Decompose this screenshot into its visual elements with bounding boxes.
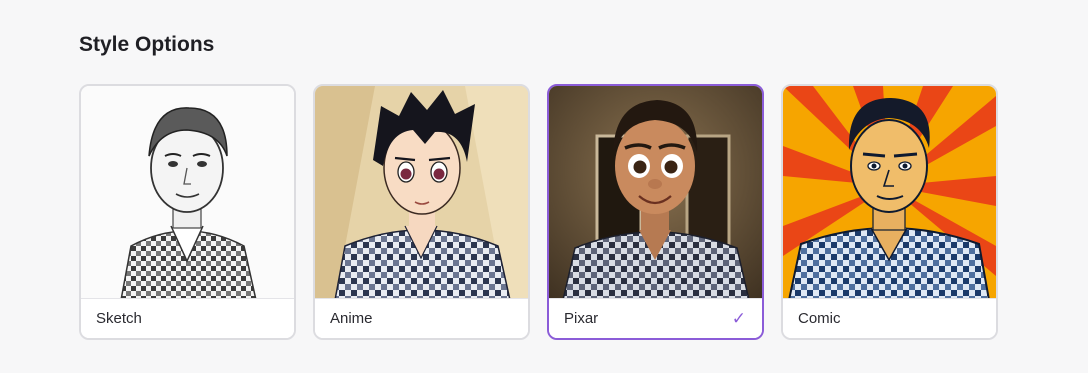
check-icon: ✓	[731, 308, 746, 329]
style-card-comic[interactable]: Comic	[781, 84, 998, 340]
anime-preview-image	[315, 86, 528, 300]
style-cards: Sketch Anime Pixar ✓ Comic	[79, 84, 998, 340]
section-title: Style Options	[79, 33, 215, 56]
card-footer: Anime	[315, 298, 528, 338]
comic-preview-image	[783, 86, 996, 300]
card-footer: Pixar ✓	[549, 298, 762, 338]
style-label: Sketch	[96, 310, 142, 327]
sketch-preview-image	[81, 86, 294, 300]
style-label: Comic	[798, 310, 841, 327]
card-footer: Sketch	[81, 298, 294, 338]
pixar-preview-image	[549, 86, 762, 300]
style-label: Anime	[330, 310, 373, 327]
card-footer: Comic	[783, 298, 996, 338]
style-card-pixar[interactable]: Pixar ✓	[547, 84, 764, 340]
style-card-anime[interactable]: Anime	[313, 84, 530, 340]
style-options-section: Style Options Sketch Anime Pixar ✓ Comic	[79, 30, 1079, 340]
style-label: Pixar	[564, 310, 599, 327]
style-card-sketch[interactable]: Sketch	[79, 84, 296, 340]
